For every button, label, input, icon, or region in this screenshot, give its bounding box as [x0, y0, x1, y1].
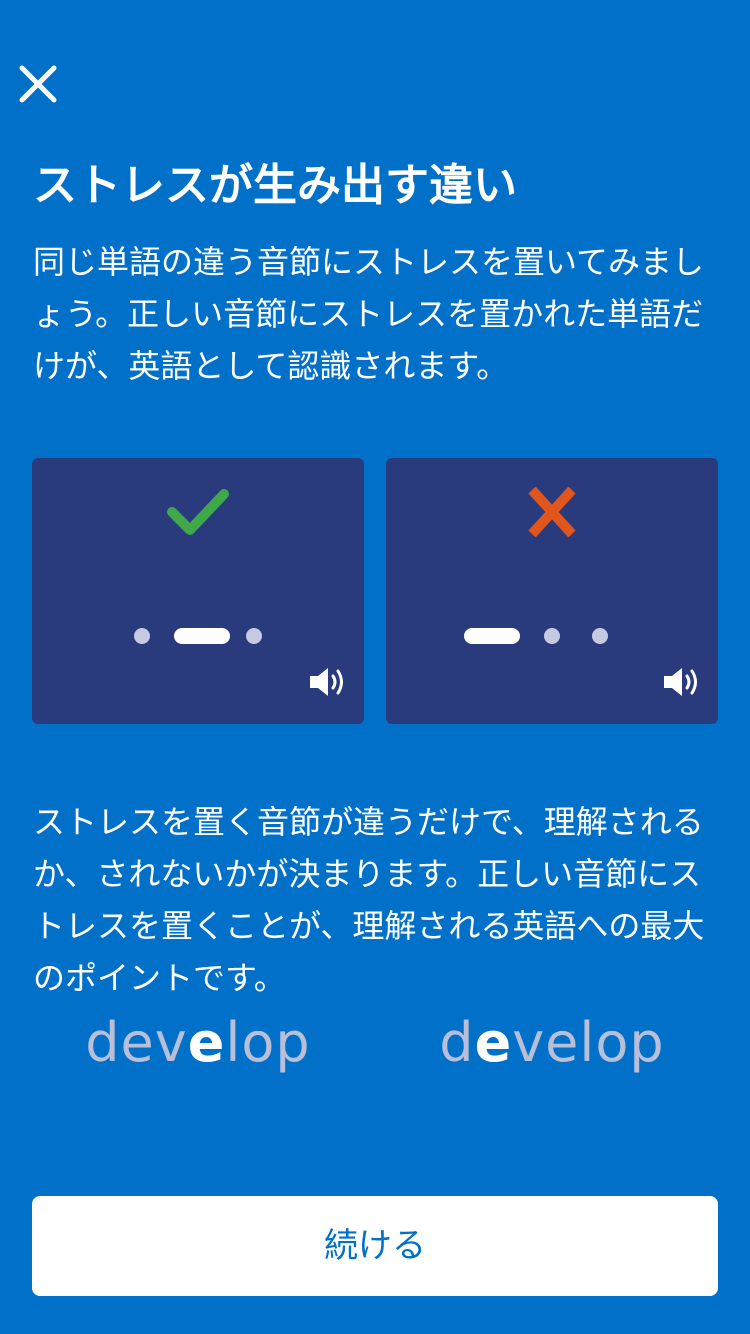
- page-title: ストレスが生み出す違い: [33, 160, 517, 211]
- word-part: lop: [225, 1011, 311, 1074]
- continue-button[interactable]: 続ける: [32, 1196, 718, 1296]
- syllable-dot: [544, 628, 560, 644]
- correct-pronunciation-card[interactable]: develop: [32, 458, 364, 1074]
- close-icon: [19, 65, 57, 103]
- speaker-icon[interactable]: [662, 666, 700, 698]
- word-develop-incorrect: develop: [386, 1008, 718, 1078]
- stressed-syllable: e: [187, 1011, 226, 1074]
- stress-pattern: [386, 626, 718, 646]
- check-icon: [167, 489, 229, 535]
- close-button[interactable]: [16, 62, 60, 106]
- syllable-dot: [134, 628, 150, 644]
- stress-pattern: [32, 626, 364, 646]
- word-part: dev: [85, 1011, 188, 1074]
- stressed-syllable: e: [474, 1011, 513, 1074]
- speaker-icon[interactable]: [308, 666, 346, 698]
- syllable-stress-bar: [464, 628, 520, 644]
- intro-text: 同じ単語の違う音節にストレスを置いてみましょう。正しい音節にストレスを置かれた単…: [33, 243, 705, 385]
- word-part: velop: [512, 1011, 665, 1074]
- syllable-stress-bar: [174, 628, 230, 644]
- explanation-text: ストレスを置く音節が違うだけで、理解されるか、されないかが決まります。正しい音節…: [33, 803, 705, 997]
- word-develop-correct: develop: [32, 1008, 364, 1078]
- syllable-dot: [592, 628, 608, 644]
- syllable-dot: [246, 628, 262, 644]
- word-part: d: [439, 1011, 475, 1074]
- cross-icon: [528, 486, 576, 538]
- incorrect-pronunciation-card[interactable]: develop: [386, 458, 718, 1074]
